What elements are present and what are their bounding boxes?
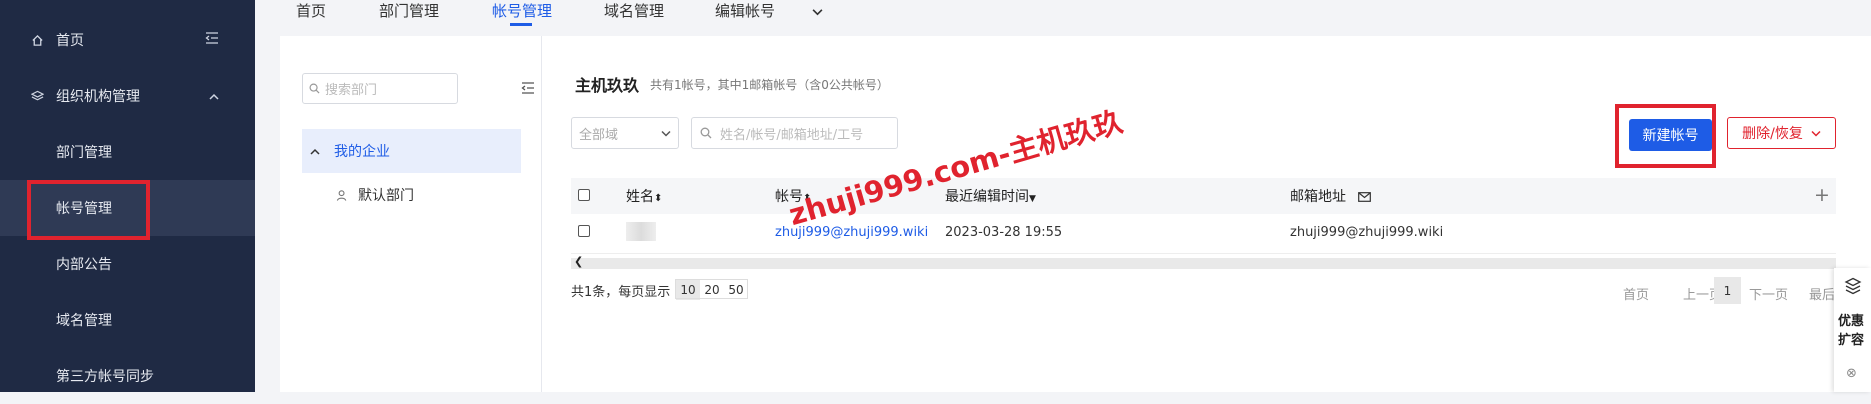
sidebar-item-dept[interactable]: 部门管理 xyxy=(0,124,255,180)
column-header-edited[interactable]: 最近编辑时间▼ xyxy=(945,186,1036,206)
promo-line1: 优惠 xyxy=(1838,314,1865,329)
highlight-box xyxy=(27,180,150,240)
mail-icon[interactable] xyxy=(1358,192,1372,202)
horizontal-scrollbar[interactable] xyxy=(571,258,1836,269)
search-icon xyxy=(700,127,712,139)
tab-home[interactable]: 首页 xyxy=(296,0,326,21)
tab-active-indicator xyxy=(510,23,532,26)
tab-domain[interactable]: 域名管理 xyxy=(604,0,664,21)
chevron-down-icon xyxy=(661,130,671,137)
sidebar-item-label: 第三方帐号同步 xyxy=(56,369,154,385)
sidebar-item-org[interactable]: 组织机构管理 xyxy=(0,68,255,124)
chevron-down-icon xyxy=(1811,130,1821,137)
account-search-input[interactable]: 姓名/帐号/邮箱地址/工号 xyxy=(691,117,898,149)
column-label: 邮箱地址 xyxy=(1290,189,1346,205)
collapse-menu-icon[interactable] xyxy=(205,32,219,48)
edited-cell: 2023-03-28 19:55 xyxy=(945,225,1063,240)
sidebar-item-label: 部门管理 xyxy=(56,145,112,161)
sidebar-item-third-sync[interactable]: 第三方帐号同步 xyxy=(0,348,255,404)
user-group-icon xyxy=(336,189,349,202)
table-header xyxy=(571,178,1836,214)
account-summary: 共有1帐号，其中1邮箱帐号（含0公共帐号） xyxy=(650,78,889,92)
close-icon[interactable]: ⊗ xyxy=(1846,366,1857,381)
current-page[interactable]: 1 xyxy=(1714,277,1741,304)
sidebar-item-domain[interactable]: 域名管理 xyxy=(0,292,255,348)
page-title: 主机玖玖 xyxy=(575,76,640,95)
home-icon xyxy=(28,34,46,47)
tab-edit-account[interactable]: 编辑帐号 xyxy=(715,0,775,21)
sidebar-item-label: 组织机构管理 xyxy=(56,89,140,105)
row-checkbox[interactable] xyxy=(578,225,590,237)
chevron-up-icon xyxy=(209,88,219,104)
column-label: 姓名 xyxy=(626,189,654,205)
sidebar-item-label: 域名管理 xyxy=(56,313,112,329)
search-placeholder: 搜索部门 xyxy=(325,83,378,98)
select-all-checkbox[interactable] xyxy=(578,189,590,201)
tab-dept[interactable]: 部门管理 xyxy=(379,0,439,21)
scroll-left-icon[interactable]: ❮ xyxy=(574,255,583,268)
avatar-placeholder xyxy=(626,222,656,241)
sort-down-icon: ▼ xyxy=(1029,194,1036,204)
pagination-total: 共1条，每页显示 xyxy=(571,285,671,300)
delete-restore-button[interactable]: 删除/恢复 xyxy=(1727,117,1836,149)
sidebar-item-label: 首页 xyxy=(56,33,84,49)
table-row xyxy=(571,214,1836,254)
chevron-down-icon[interactable] xyxy=(812,2,823,20)
tab-account[interactable]: 帐号管理 xyxy=(492,0,552,21)
highlight-box xyxy=(1615,104,1716,168)
domain-select[interactable]: 全部域 xyxy=(571,117,679,149)
cube-icon xyxy=(1844,277,1862,299)
layers-icon xyxy=(28,90,46,103)
sidebar-item-label: 内部公告 xyxy=(56,257,112,273)
chevron-up-icon[interactable] xyxy=(310,148,320,155)
first-page-button[interactable]: 首页 xyxy=(1623,284,1649,303)
column-header-name[interactable]: 姓名⬍ xyxy=(626,186,662,206)
sidebar-item-notice[interactable]: 内部公告 xyxy=(0,236,255,292)
search-icon xyxy=(309,83,320,94)
last-page-button[interactable]: 最后 xyxy=(1809,284,1835,303)
promo-line2: 扩容 xyxy=(1838,333,1865,348)
department-search-input[interactable]: 搜索部门 xyxy=(302,73,458,104)
email-cell: zhuji999@zhuji999.wiki xyxy=(1290,225,1444,240)
tree-item-label: 我的企业 xyxy=(334,144,390,160)
column-label: 最近编辑时间 xyxy=(945,189,1029,205)
next-page-button[interactable]: 下一页 xyxy=(1749,284,1788,303)
tree-item-my-company[interactable]: 我的企业 xyxy=(302,129,521,173)
tree-item-default-dept[interactable]: 默认部门 xyxy=(336,185,414,205)
add-column-icon[interactable]: + xyxy=(1814,186,1830,205)
sidebar-item-home[interactable]: 首页 xyxy=(0,12,255,68)
sort-icon: ⬍ xyxy=(654,193,663,204)
search-placeholder: 姓名/帐号/邮箱地址/工号 xyxy=(720,127,864,143)
collapse-panel-icon[interactable] xyxy=(521,82,535,98)
column-header-email: 邮箱地址 xyxy=(1290,186,1372,206)
domain-select-value: 全部域 xyxy=(579,127,619,143)
delete-restore-label: 删除/恢复 xyxy=(1742,126,1803,142)
tree-item-label: 默认部门 xyxy=(358,188,414,204)
promo-float-panel[interactable]: 优惠 扩容 ⊗ xyxy=(1834,268,1871,392)
page-size-group xyxy=(675,279,748,299)
